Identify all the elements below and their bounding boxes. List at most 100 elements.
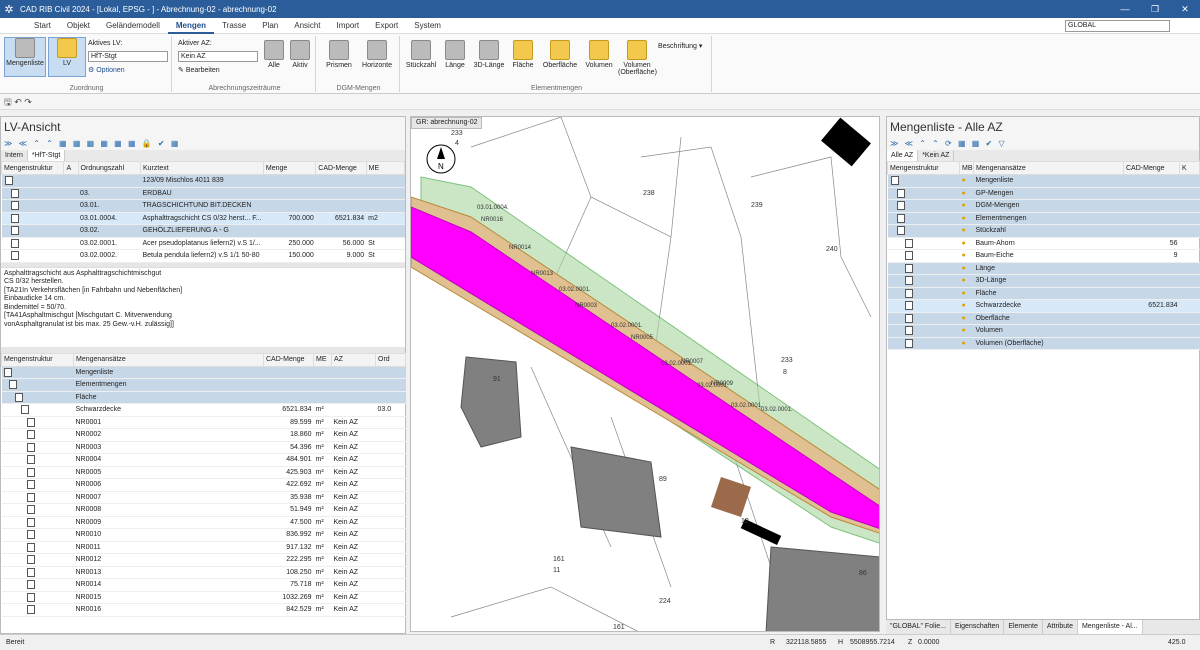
horizonte-button[interactable]: Horizonte bbox=[358, 40, 396, 69]
minimize-button[interactable]: — bbox=[1110, 4, 1140, 14]
mengenliste-row[interactable]: ● Baum-Eiche 9 bbox=[887, 249, 1200, 263]
mengen-row[interactable]: Schwarzdecke 6521.834 m² 03.0 bbox=[1, 403, 406, 417]
col-ord[interactable]: Ord bbox=[375, 352, 406, 367]
prismen-button[interactable]: Prismen bbox=[322, 40, 356, 69]
mengen-row[interactable]: NR0003 54.396 m² Kein AZ bbox=[1, 441, 406, 454]
beschriftung-dropdown[interactable]: Beschriftung ▾ bbox=[658, 42, 702, 50]
col-cad-menge[interactable]: CAD-Menge bbox=[1123, 161, 1180, 175]
lv-row[interactable]: 03.02. GEHÖLZLIEFERUNG A - G bbox=[1, 224, 405, 238]
col-mengenansaetze[interactable]: Mengenansätze bbox=[973, 161, 1124, 175]
lv-row[interactable]: 03.01. TRAGSCHICHTUND BIT.DECKEN bbox=[1, 199, 405, 213]
mengenliste-row[interactable]: ● Volumen (Oberfläche) bbox=[887, 337, 1200, 350]
col-me[interactable]: ME bbox=[365, 161, 406, 175]
col-mengenstruktur[interactable]: Mengenstruktur bbox=[887, 161, 960, 175]
optionen-button[interactable]: ⚙ Optionen bbox=[88, 66, 125, 74]
global-combo[interactable]: GLOBAL bbox=[1065, 20, 1170, 32]
mengenliste-row[interactable]: ● 3D-Länge bbox=[887, 274, 1200, 288]
mengen-row[interactable]: NR0014 75.718 m² Kein AZ bbox=[1, 578, 406, 592]
tab-plan[interactable]: Plan bbox=[254, 18, 286, 34]
mengenliste-row[interactable]: ● Mengenliste bbox=[887, 174, 1200, 188]
bearbeiten-button[interactable]: ✎ Bearbeiten bbox=[178, 66, 220, 74]
col-cad-menge[interactable]: CAD-Menge bbox=[263, 352, 314, 367]
laenge-button[interactable]: Länge bbox=[440, 40, 470, 69]
mengen-row[interactable]: NR0007 35.938 m² Kein AZ bbox=[1, 491, 406, 504]
mengen-row[interactable]: NR0016 842.529 m² Kein AZ bbox=[1, 603, 406, 617]
lv-button[interactable]: LV bbox=[48, 37, 86, 77]
mengenliste-row[interactable]: ● Stückzahl bbox=[887, 224, 1200, 238]
volumen-oberflaeche-button[interactable]: Volumen (Oberfläche) bbox=[618, 40, 657, 76]
tab-start[interactable]: Start bbox=[26, 18, 59, 34]
col-mengenansaetze[interactable]: Mengenansätze bbox=[73, 352, 264, 367]
tab-mengen[interactable]: Mengen bbox=[167, 18, 215, 34]
map-canvas[interactable]: N 233 4 238 239 240 233 8 91 89 12 86 161 11 224 161 03… bbox=[411, 117, 880, 632]
stueckzahl-button[interactable]: Stückzahl bbox=[404, 40, 438, 69]
col-a[interactable]: A bbox=[63, 161, 79, 175]
aktiv-button[interactable]: Aktiv bbox=[288, 40, 312, 69]
alle-button[interactable]: Alle bbox=[262, 40, 286, 69]
mengenliste-row[interactable]: ● GP-Mengen bbox=[887, 187, 1200, 200]
tab-elemente[interactable]: Elemente bbox=[1004, 620, 1043, 634]
mengenliste-row[interactable]: ● DGM-Mengen bbox=[887, 199, 1200, 213]
lv-row[interactable]: 03.02.0002. Betula pendula liefern2) v.S … bbox=[1, 249, 405, 263]
laenge3d-button[interactable]: 3D-Länge bbox=[472, 40, 506, 69]
oberflaeche-button[interactable]: Oberfläche bbox=[540, 40, 580, 69]
mengen-row[interactable]: Elementmengen bbox=[1, 378, 406, 392]
mengen-row[interactable]: Mengenliste bbox=[1, 366, 406, 379]
col-mb[interactable]: MB bbox=[959, 161, 974, 175]
tab-eigenschaften[interactable]: Eigenschaften bbox=[951, 620, 1005, 634]
tab-ansicht[interactable]: Ansicht bbox=[286, 18, 328, 34]
mengenliste-row[interactable]: ● Oberfläche bbox=[887, 312, 1200, 325]
tab-alle-az[interactable]: Alle AZ bbox=[887, 150, 919, 161]
mengenliste-row[interactable]: ● Länge bbox=[887, 262, 1200, 275]
mengen-row[interactable]: NR0012 222.295 m² Kein AZ bbox=[1, 553, 406, 567]
tab-kein-az[interactable]: *Kein AZ bbox=[918, 150, 955, 161]
mengen-row[interactable]: NR0015 1032.269 m² Kein AZ bbox=[1, 591, 406, 604]
lv-row[interactable]: 03.02.0001. Acer pseudoplatanus liefern2)… bbox=[1, 237, 405, 250]
mengen-row[interactable]: NR0013 108.250 m² Kein AZ bbox=[1, 566, 406, 579]
mengenliste-row[interactable]: ● Baum-Ahorn 56 bbox=[887, 237, 1200, 250]
col-mengenstruktur[interactable]: Mengenstruktur bbox=[0, 161, 65, 175]
tab-trasse[interactable]: Trasse bbox=[214, 18, 254, 34]
aktiver-az-combo[interactable]: Kein AZ bbox=[178, 51, 258, 62]
lv-row[interactable]: 123/09 Mischlos 4011 839 bbox=[1, 174, 405, 188]
mengen-row[interactable]: NR0011 917.132 m² Kein AZ bbox=[1, 541, 406, 554]
col-me[interactable]: ME bbox=[313, 352, 332, 367]
mengen-row[interactable]: NR0002 18.860 m² Kein AZ bbox=[1, 428, 406, 442]
mengenliste-row[interactable]: ● Fläche bbox=[887, 287, 1200, 300]
col-mengenstruktur[interactable]: Mengenstruktur bbox=[1, 352, 74, 367]
tab-objekt[interactable]: Objekt bbox=[59, 18, 98, 34]
tab-export[interactable]: Export bbox=[367, 18, 406, 34]
aktives-lv-combo[interactable]: HfT-Stgt bbox=[88, 51, 168, 62]
lv-row[interactable]: 03. ERDBAU bbox=[1, 187, 405, 200]
tab-global-folie[interactable]: "GLOBAL" Folie... bbox=[886, 620, 951, 634]
mengenliste-row[interactable]: ● Schwarzdecke 6521.834 bbox=[887, 299, 1200, 313]
mengen-row[interactable]: Fläche bbox=[1, 391, 406, 404]
mengen-row[interactable]: NR0006 422.692 m² Kein AZ bbox=[1, 478, 406, 492]
col-ordnungszahl[interactable]: Ordnungszahl bbox=[77, 161, 142, 175]
maximize-button[interactable]: ❐ bbox=[1140, 4, 1170, 15]
tab-hft-stgt[interactable]: *HfT-Stgt bbox=[27, 150, 66, 161]
col-k[interactable]: K bbox=[1179, 161, 1200, 175]
lv-row[interactable]: 03.01.0004. Asphalttragschicht CS 0/32 he… bbox=[1, 212, 405, 225]
col-cad-menge[interactable]: CAD-Menge bbox=[315, 161, 367, 175]
flaeche-button[interactable]: Fläche bbox=[508, 40, 538, 69]
tab-attribute[interactable]: Attribute bbox=[1043, 620, 1078, 634]
mengenliste-row[interactable]: ● Volumen bbox=[887, 324, 1200, 338]
mengen-row[interactable]: NR0009 47.500 m² Kein AZ bbox=[1, 516, 406, 529]
tab-mengenliste[interactable]: Mengenliste - Al... bbox=[1077, 620, 1143, 634]
drawing-view[interactable]: GR: abrechnung-02 N 233 4 238 239 240 233 8 91 8… bbox=[410, 116, 880, 632]
tab-intern[interactable]: Intern bbox=[1, 150, 28, 161]
mengen-row[interactable]: NR0005 425.903 m² Kein AZ bbox=[1, 466, 406, 479]
tab-gelaendemodell[interactable]: Geländemodell bbox=[98, 18, 168, 34]
mengen-row[interactable]: NR0004 484.901 m² Kein AZ bbox=[1, 453, 406, 467]
col-az[interactable]: AZ bbox=[331, 352, 376, 367]
save-icon[interactable]: 🖫 bbox=[4, 97, 12, 107]
mengenliste-button[interactable]: Mengenliste bbox=[4, 37, 46, 77]
redo-icon[interactable]: ↷ bbox=[24, 97, 32, 107]
mengen-row[interactable]: NR0010 836.992 m² Kein AZ bbox=[1, 528, 406, 542]
col-kurztext[interactable]: Kurztext bbox=[140, 161, 264, 175]
mengen-row[interactable]: NR0008 51.949 m² Kein AZ bbox=[1, 503, 406, 517]
close-button[interactable]: ✕ bbox=[1170, 4, 1200, 15]
tab-system[interactable]: System bbox=[406, 18, 449, 34]
col-menge[interactable]: Menge bbox=[262, 161, 317, 175]
